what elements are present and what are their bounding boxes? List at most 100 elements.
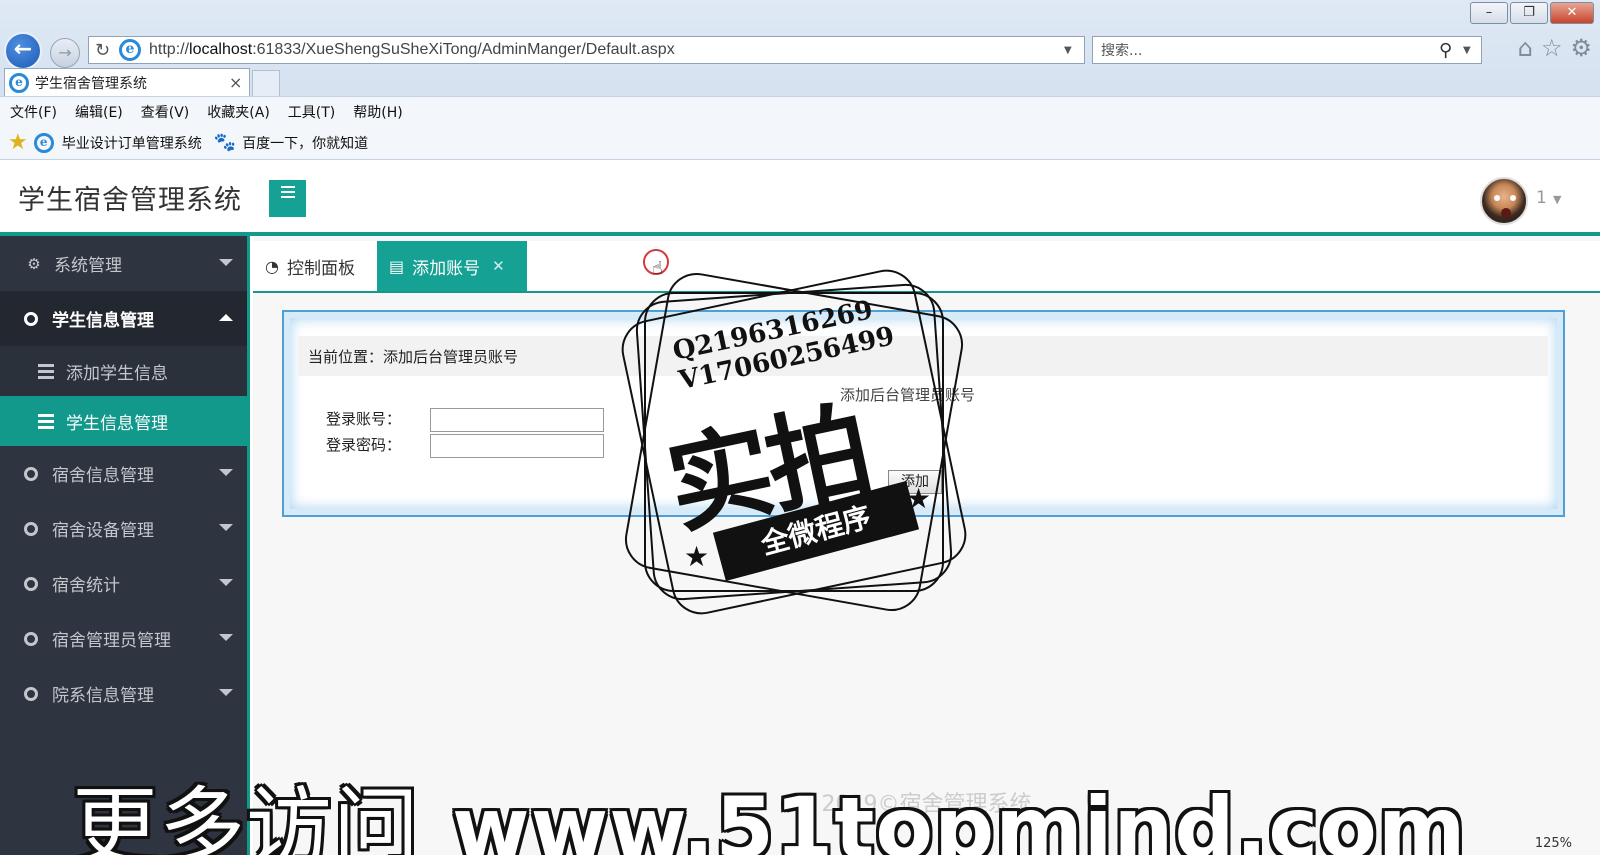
circle-icon: [24, 576, 38, 591]
sidebar-item-label: 学生信息管理: [52, 311, 154, 331]
address-dropdown-icon[interactable]: ▼: [1064, 45, 1084, 56]
sidebar-item-label: 院系信息管理: [52, 686, 154, 706]
app-title: 学生宿舍管理系统: [18, 185, 242, 216]
watermark-url: www.51topmind.com: [452, 779, 1467, 855]
gear-icon[interactable]: ⚙: [1570, 34, 1592, 62]
sidebar-item-label: 宿舍设备管理: [52, 521, 154, 541]
sidebar-item-department[interactable]: 院系信息管理: [0, 666, 247, 721]
forward-arrow-icon[interactable]: →: [50, 38, 80, 68]
ie-logo-icon: e: [33, 132, 54, 153]
window-controls: – ❐ ✕: [1470, 2, 1594, 24]
circle-icon: [24, 311, 38, 326]
star-icon: ★: [684, 540, 710, 573]
navigation-bar: ← → ↻ e http://localhost:61833/XueShengS…: [0, 30, 1600, 70]
circle-icon: [24, 466, 38, 481]
menu-favorites[interactable]: 收藏夹(A): [207, 102, 270, 122]
circle-icon: [24, 631, 38, 646]
list-icon: [38, 363, 54, 379]
caret-up-icon: [219, 314, 233, 321]
tab-add-account[interactable]: ▤ 添加账号 ✕: [377, 241, 527, 291]
caret-down-icon: [219, 634, 233, 641]
login-password-input[interactable]: [430, 434, 604, 458]
document-icon: ▤: [389, 256, 405, 276]
star-icon: ★: [906, 482, 932, 515]
tab-dashboard[interactable]: ◔ 控制面板: [253, 241, 377, 291]
address-bar[interactable]: ↻ e http://localhost:61833/XueShengSuShe…: [88, 36, 1085, 64]
circle-icon: [24, 521, 38, 536]
login-account-label: 登录账号：: [326, 410, 402, 428]
restore-button[interactable]: ❐: [1510, 2, 1548, 24]
watermark-cn: 更多访问: [72, 778, 420, 855]
browser-tab[interactable]: e 学生宿舍管理系统 ×: [4, 68, 250, 96]
minimize-button[interactable]: –: [1470, 2, 1508, 24]
dashboard-gauge-icon: ◔: [265, 256, 279, 276]
close-icon[interactable]: ✕: [492, 257, 505, 275]
sidebar-item-dorm-equipment[interactable]: 宿舍设备管理: [0, 501, 247, 556]
sidebar-item-label: 学生信息管理: [66, 413, 168, 434]
sidebar-item-dorm-stats[interactable]: 宿舍统计: [0, 556, 247, 611]
tab-label: 控制面板: [286, 258, 355, 279]
favorites-bar: ★ e 毕业设计订单管理系统 🐾 百度一下，你就知道: [0, 126, 1600, 160]
avatar[interactable]: [1480, 177, 1528, 225]
sidebar-item-label: 宿舍统计: [52, 576, 120, 596]
new-tab-button[interactable]: [252, 70, 280, 96]
sidebar-subitem-add-student[interactable]: 添加学生信息: [0, 346, 247, 396]
search-dropdown-icon[interactable]: ▼: [1463, 45, 1481, 56]
caret-down-icon: [219, 259, 233, 266]
browser-tab-title: 学生宿舍管理系统: [35, 75, 147, 92]
back-arrow-icon[interactable]: ←: [4, 32, 42, 70]
browser-tools: ⌂ ☆ ⚙: [1518, 34, 1592, 62]
baidu-paw-icon: 🐾: [213, 132, 237, 153]
site-watermark: 更多访问 www.51topmind.com: [72, 757, 1466, 855]
sidebar-item-label: 添加学生信息: [66, 363, 168, 384]
browser-chrome: – ❐ ✕ ← → ↻ e http://localhost:61833/Xue…: [0, 0, 1600, 160]
favorite-link[interactable]: e 毕业设计订单管理系统: [33, 132, 202, 153]
menu-file[interactable]: 文件(F): [10, 102, 57, 122]
close-tab-icon[interactable]: ×: [229, 73, 249, 92]
close-window-button[interactable]: ✕: [1550, 2, 1594, 24]
menu-bar: 文件(F) 编辑(E) 查看(V) 收藏夹(A) 工具(T) 帮助(H): [0, 96, 1600, 126]
home-icon[interactable]: ⌂: [1518, 34, 1533, 62]
menu-edit[interactable]: 编辑(E): [75, 102, 123, 122]
ie-logo-icon: e: [9, 72, 29, 93]
caret-down-icon: [219, 524, 233, 531]
menu-tools[interactable]: 工具(T): [288, 102, 335, 122]
search-input[interactable]: 搜索...: [1101, 40, 1439, 60]
favorites-star-icon[interactable]: ☆: [1541, 34, 1563, 62]
caret-down-icon: [219, 579, 233, 586]
sidebar-item-label: 系统管理: [54, 256, 122, 276]
gears-icon: ⚙: [27, 254, 41, 273]
refresh-icon[interactable]: ↻: [95, 40, 119, 61]
caret-down-icon: [219, 469, 233, 476]
app-header: 学生宿舍管理系统 1 ▼: [0, 160, 1600, 236]
url-text[interactable]: http://localhost:61833/XueShengSuSheXiTo…: [149, 41, 1064, 59]
login-password-label: 登录密码：: [326, 436, 402, 454]
favorite-link-label: 毕业设计订单管理系统: [61, 135, 202, 152]
watermark-stamp: Q2196316269 V17060256499 实拍 全微程序 ★ ★: [596, 244, 992, 644]
favorite-link-label: 百度一下，你就知道: [242, 135, 369, 152]
menu-toggle-button[interactable]: [269, 180, 306, 217]
chevron-down-icon[interactable]: ▼: [1553, 193, 1561, 206]
list-icon: [38, 413, 54, 429]
tab-label: 添加账号: [412, 258, 481, 279]
sidebar-subitem-student-manage[interactable]: 学生信息管理: [0, 396, 247, 446]
favorites-star-icon[interactable]: ★: [8, 130, 28, 155]
zoom-level[interactable]: 125%: [1535, 836, 1572, 851]
caret-down-icon: [219, 689, 233, 696]
menu-help[interactable]: 帮助(H): [353, 102, 402, 122]
login-account-input[interactable]: [430, 408, 604, 432]
sidebar-item-dorm-admin[interactable]: 宿舍管理员管理: [0, 611, 247, 666]
sidebar-item-label: 宿舍信息管理: [52, 466, 154, 486]
sidebar-item-dorm-info[interactable]: 宿舍信息管理: [0, 446, 247, 501]
favorite-link[interactable]: 🐾 百度一下，你就知道: [214, 132, 368, 153]
search-box[interactable]: 搜索... ⚲ ▼: [1092, 36, 1482, 64]
sidebar-item-system[interactable]: ⚙ 系统管理: [0, 236, 247, 291]
sidebar-item-label: 宿舍管理员管理: [52, 631, 171, 651]
circle-icon: [24, 686, 38, 701]
search-icon[interactable]: ⚲: [1439, 40, 1463, 61]
menu-view[interactable]: 查看(V): [141, 102, 190, 122]
ie-logo-icon: e: [119, 39, 141, 61]
sidebar-item-student-info[interactable]: 学生信息管理: [0, 291, 247, 346]
breadcrumb-text: 当前位置：添加后台管理员账号: [308, 348, 519, 366]
user-name[interactable]: 1: [1536, 188, 1547, 208]
